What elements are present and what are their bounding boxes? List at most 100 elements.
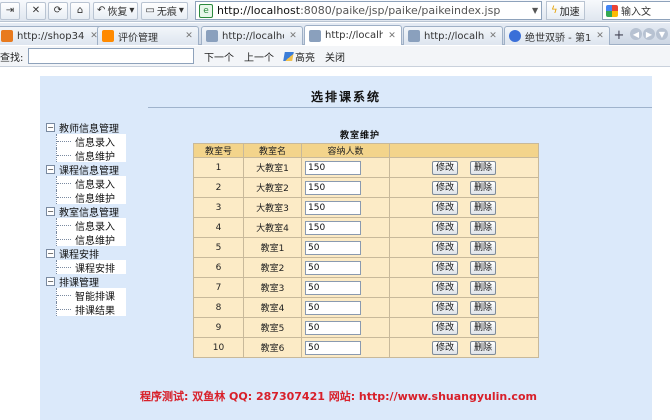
tab-1[interactable]: http://shop348... ✕ — [0, 26, 104, 45]
find-highlight-button[interactable]: 高亮 — [283, 49, 315, 64]
tab-scroll-right-icon[interactable]: ▶ — [643, 28, 655, 40]
cell-room-id: 1 — [193, 157, 244, 178]
find-prev-button[interactable]: 上一个 — [244, 49, 274, 64]
delete-button[interactable]: 删除 — [470, 240, 496, 255]
find-close-button[interactable]: 关闭 — [325, 49, 345, 64]
edit-button[interactable]: 修改 — [432, 200, 458, 215]
delete-button[interactable]: 删除 — [470, 320, 496, 335]
highlight-pen-icon — [283, 51, 294, 61]
cell-actions: 修改 删除 — [389, 297, 539, 318]
cell-room-id: 2 — [193, 177, 244, 198]
refresh-icon[interactable]: ⟳ — [48, 1, 68, 20]
collapse-icon[interactable]: − — [46, 122, 55, 132]
find-input[interactable] — [28, 48, 194, 64]
edit-button[interactable]: 修改 — [432, 220, 458, 235]
page-title: 选排课系统 — [310, 90, 381, 104]
new-tab-icon[interactable]: + — [612, 27, 626, 43]
stop-icon[interactable]: ✕ — [26, 1, 46, 20]
tab-close-icon[interactable]: ✕ — [595, 31, 605, 41]
tree-item-teacher-entry[interactable]: 信息录入 — [56, 134, 126, 149]
accelerate-button[interactable]: ϟ 加速 — [546, 1, 585, 20]
cell-actions: 修改 删除 — [389, 277, 539, 298]
cell-room-name: 教室2 — [243, 257, 302, 278]
capacity-input[interactable]: 50 — [305, 240, 361, 255]
delete-button[interactable]: 删除 — [470, 200, 496, 215]
delete-button[interactable]: 删除 — [470, 180, 496, 195]
tree-item-teacher-maintain[interactable]: 信息维护 — [56, 148, 126, 163]
tree-group-teacher[interactable]: − 教师信息管理 — [46, 120, 126, 135]
tab-5[interactable]: http://localhos... ✕ — [403, 26, 503, 45]
tree-item-smart-arrange[interactable]: 智能排课 — [56, 288, 126, 303]
tree-item-arrange-result[interactable]: 排课结果 — [56, 302, 126, 317]
tab-list-icon[interactable]: ▼ — [656, 28, 668, 40]
tab-6[interactable]: 绝世双骄 - 第1... ✕ — [504, 26, 610, 45]
tree-item-course-maintain[interactable]: 信息维护 — [56, 190, 126, 205]
collapse-icon[interactable]: − — [46, 276, 55, 286]
tree-item-schedule[interactable]: 课程安排 — [56, 260, 126, 275]
edit-button[interactable]: 修改 — [432, 280, 458, 295]
tree-item-classroom-maintain[interactable]: 信息维护 — [56, 232, 126, 247]
delete-button[interactable]: 删除 — [470, 300, 496, 315]
edit-button[interactable]: 修改 — [432, 320, 458, 335]
collapse-icon[interactable]: − — [46, 164, 55, 174]
delete-button[interactable]: 删除 — [470, 220, 496, 235]
cell-capacity: 150 — [301, 197, 390, 218]
capacity-input[interactable]: 50 — [305, 320, 361, 335]
tab-favicon-icon — [408, 30, 420, 42]
cell-room-id: 9 — [193, 317, 244, 338]
address-dropdown-icon[interactable]: ▼ — [532, 2, 542, 18]
tab-close-icon[interactable]: ✕ — [288, 31, 298, 41]
page-icon: e — [199, 3, 213, 18]
edit-button[interactable]: 修改 — [432, 240, 458, 255]
delete-button[interactable]: 删除 — [470, 280, 496, 295]
tree-item-course-entry[interactable]: 信息录入 — [56, 176, 126, 191]
cell-actions: 修改 删除 — [389, 257, 539, 278]
delete-button[interactable]: 删除 — [470, 160, 496, 175]
url-host: http://localhost — [217, 4, 301, 17]
tree-group-schedule[interactable]: − 课程安排 — [46, 246, 126, 261]
capacity-input[interactable]: 150 — [305, 200, 361, 215]
forward-icon[interactable]: ⇥ — [0, 1, 20, 20]
search-box[interactable]: 输入文 — [602, 1, 670, 20]
cell-actions: 修改 删除 — [389, 197, 539, 218]
capacity-input[interactable]: 150 — [305, 160, 361, 175]
collapse-icon[interactable]: − — [46, 248, 55, 258]
cell-room-name: 教室3 — [243, 277, 302, 298]
cell-room-id: 6 — [193, 257, 244, 278]
edit-button[interactable]: 修改 — [432, 340, 458, 355]
footer-credit: 程序测试: 双鱼林 QQ: 287307421 网站: http://www.s… — [140, 390, 537, 403]
content-title: 教室维护 — [340, 131, 381, 141]
edit-button[interactable]: 修改 — [432, 160, 458, 175]
tab-4-active[interactable]: http://localhos... ✕ — [304, 25, 402, 45]
find-next-button[interactable]: 下一个 — [204, 49, 234, 64]
tab-close-icon[interactable]: ✕ — [387, 31, 397, 41]
tree-group-classroom[interactable]: − 教室信息管理 — [46, 204, 126, 219]
incognito-button[interactable]: ▭ 无痕 ▾ — [141, 1, 188, 20]
capacity-input[interactable]: 150 — [305, 180, 361, 195]
delete-button[interactable]: 删除 — [470, 260, 496, 275]
tree-group-arrange[interactable]: − 排课管理 — [46, 274, 126, 289]
capacity-input[interactable]: 50 — [305, 340, 361, 355]
tree-item-classroom-entry[interactable]: 信息录入 — [56, 218, 126, 233]
collapse-icon[interactable]: − — [46, 206, 55, 216]
capacity-input[interactable]: 150 — [305, 220, 361, 235]
tab-close-icon[interactable]: ✕ — [184, 31, 194, 41]
cell-room-name: 教室6 — [243, 337, 302, 358]
title-divider — [148, 107, 652, 108]
tab-3[interactable]: http://localhos... ✕ — [201, 26, 303, 45]
edit-button[interactable]: 修改 — [432, 260, 458, 275]
tab-2[interactable]: 评价管理 ✕ — [97, 26, 199, 45]
restore-button[interactable]: ↶ 恢复 ▾ — [93, 1, 139, 20]
tab-close-icon[interactable]: ✕ — [488, 31, 498, 41]
capacity-input[interactable]: 50 — [305, 260, 361, 275]
home-icon[interactable]: ⌂ — [70, 1, 90, 20]
edit-button[interactable]: 修改 — [432, 300, 458, 315]
tab-favicon-icon — [206, 30, 218, 42]
delete-button[interactable]: 删除 — [470, 340, 496, 355]
tab-scroll-left-icon[interactable]: ◀ — [630, 28, 642, 40]
tree-group-course[interactable]: − 课程信息管理 — [46, 162, 126, 177]
edit-button[interactable]: 修改 — [432, 180, 458, 195]
address-bar[interactable]: e http://localhost:8080/paike/jsp/paike/… — [195, 1, 542, 20]
capacity-input[interactable]: 50 — [305, 300, 361, 315]
capacity-input[interactable]: 50 — [305, 280, 361, 295]
